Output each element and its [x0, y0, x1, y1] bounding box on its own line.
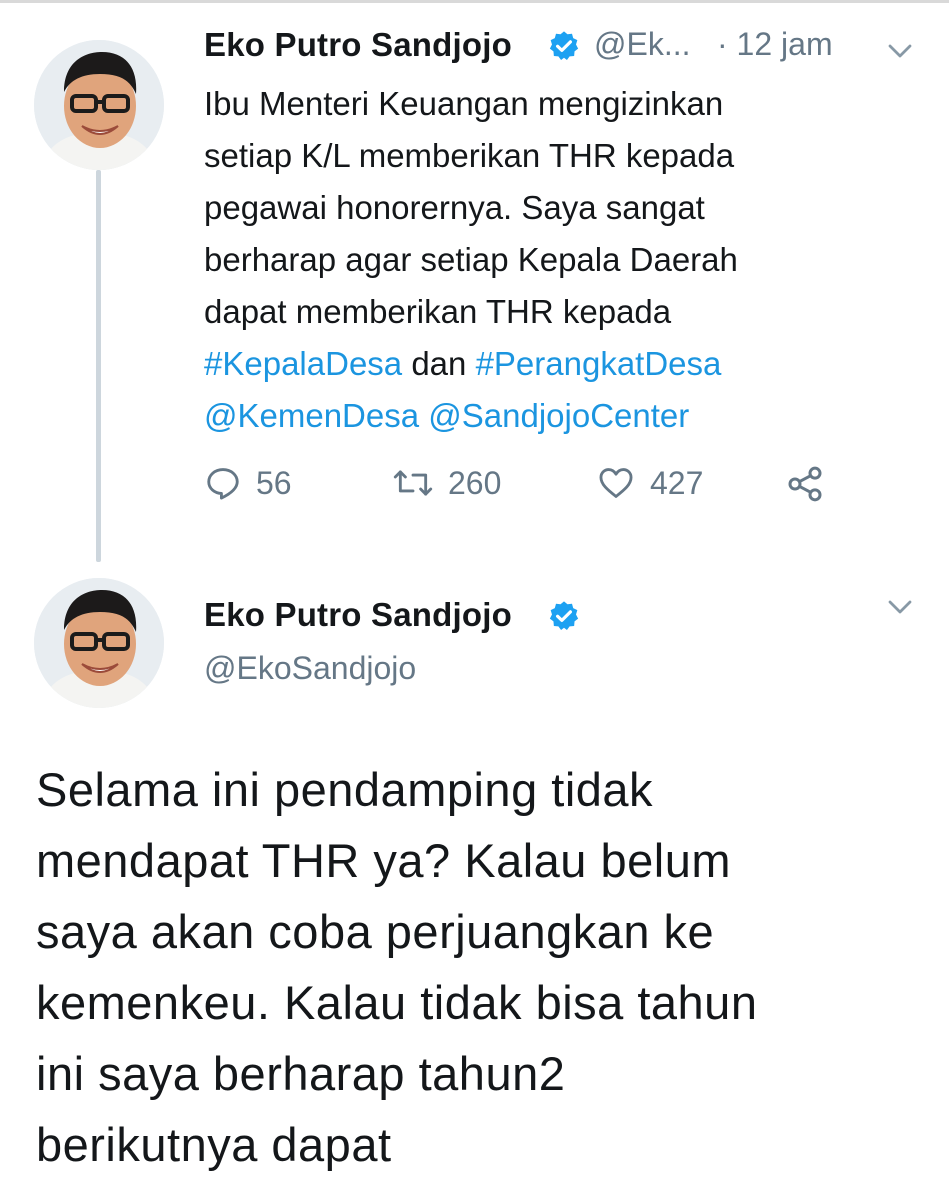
heart-icon [599, 468, 633, 498]
reply-count: 56 [256, 464, 292, 501]
tweet-text-line: berharap agar setiap Kepala Daerah [204, 241, 738, 278]
tweet-text-line: #KepalaDesa dan #PerangkatDesa [204, 338, 904, 390]
chevron-down-icon[interactable] [885, 36, 915, 66]
author-handle[interactable]: @Ek... [594, 26, 691, 63]
avatar[interactable] [34, 40, 164, 170]
conjunction-text: dan [402, 345, 476, 382]
share-button[interactable] [785, 464, 825, 504]
retweet-icon [393, 470, 433, 496]
tweet-timestamp[interactable]: · 12 jam [717, 26, 833, 63]
mention-link[interactable]: @KemenDesa [204, 397, 419, 434]
tweet-text-line: kemenkeu. Kalau tidak bisa tahun [36, 976, 758, 1029]
tweet-text-line: Selama ini pendamping tidak [36, 763, 654, 816]
top-divider [0, 0, 949, 3]
tweet-text-line: setiap K/L memberikan THR kepada [204, 137, 735, 174]
verified-badge-icon [549, 601, 579, 630]
tweet-text-line: ini saya berharap tahun2 [36, 1047, 566, 1100]
like-count: 427 [650, 464, 704, 501]
tweet-text: Ibu Menteri Keuangan mengizinkan setiap … [204, 78, 904, 442]
hashtag-link[interactable]: #PerangkatDesa [476, 345, 722, 382]
retweet-count: 260 [448, 464, 502, 501]
hashtag-link[interactable]: #KepalaDesa [204, 345, 402, 382]
tweet-text-line: @KemenDesa @SandjojoCenter [204, 390, 904, 442]
reply-button[interactable]: 56 [204, 464, 292, 502]
tweet-text-line: berikutnya dapat [36, 1118, 392, 1171]
avatar[interactable] [34, 578, 164, 708]
tweet-text-line: mendapat THR ya? Kalau belum [36, 834, 732, 887]
author-name[interactable]: Eko Putro Sandjojo [204, 26, 512, 64]
mention-link[interactable]: @SandjojoCenter [428, 397, 689, 434]
avatar-photo [34, 578, 164, 708]
like-button[interactable]: 427 [596, 464, 703, 502]
retweet-button[interactable]: 260 [392, 464, 501, 502]
tweet-text-line: Ibu Menteri Keuangan mengizinkan [204, 85, 724, 122]
tweet-text-line: saya akan coba perjuangkan ke [36, 905, 715, 958]
share-icon [788, 466, 822, 502]
avatar-photo [34, 40, 164, 170]
tweet-text: Selama ini pendamping tidak mendapat THR… [36, 754, 926, 1180]
verified-badge-icon [549, 31, 579, 60]
chevron-down-icon[interactable] [885, 592, 915, 622]
reply-icon [207, 468, 239, 500]
tweet-text-line: pegawai honorernya. Saya sangat [204, 189, 705, 226]
author-handle[interactable]: @EkoSandjojo [204, 650, 416, 687]
author-name[interactable]: Eko Putro Sandjojo [204, 596, 512, 634]
tweet-text-line: dapat memberikan THR kepada [204, 293, 672, 330]
thread-connector [96, 170, 101, 562]
